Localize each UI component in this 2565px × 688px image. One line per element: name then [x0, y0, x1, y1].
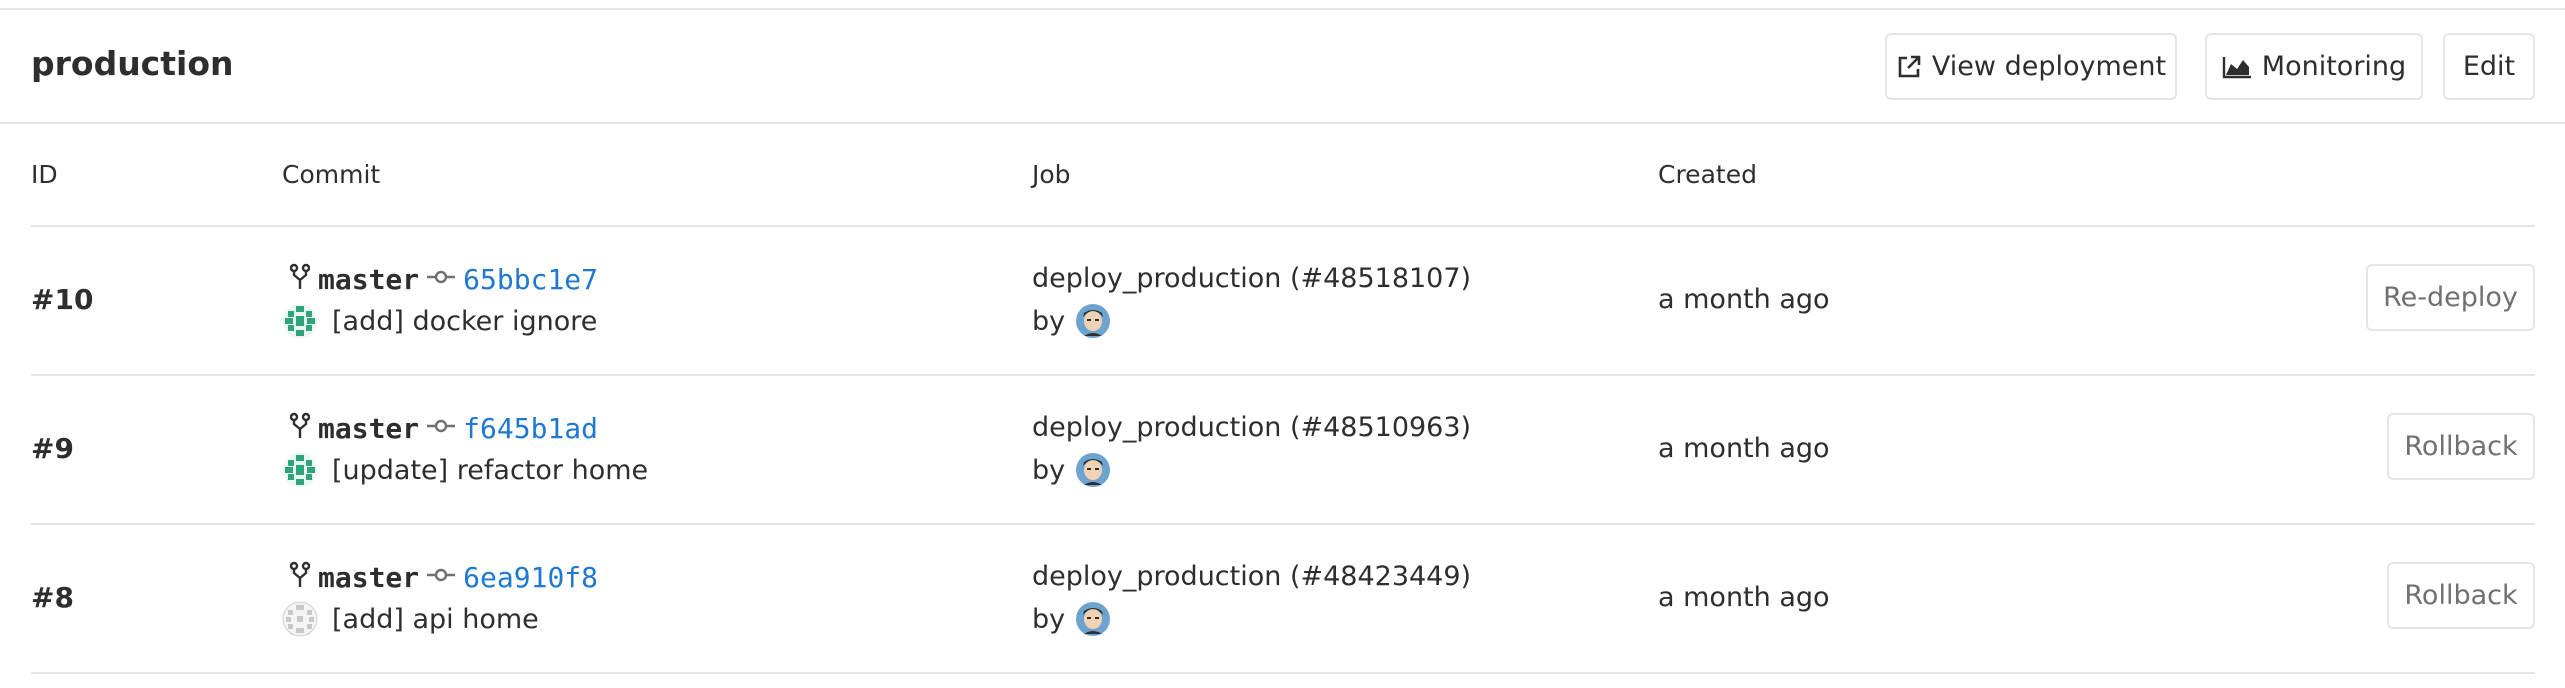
- environment-title: production: [31, 44, 234, 83]
- user-avatar[interactable]: [1075, 303, 1111, 339]
- commit-ref: master f645b1ad: [289, 410, 598, 446]
- table-row: #9 master f645b1ad [update] refactor hom…: [0, 376, 2565, 524]
- branch-name[interactable]: master: [318, 263, 419, 296]
- environment-header: production View deployment Monitoring Ed…: [0, 10, 2565, 124]
- view-deployment-label: View deployment: [1931, 51, 2167, 82]
- branch-fork-icon: [289, 412, 311, 444]
- job-link[interactable]: deploy_production (#48518107): [1032, 261, 1471, 297]
- by-label: by: [1032, 305, 1066, 337]
- table-row: #8 master 6ea910f8 [add] api home deploy…: [0, 525, 2565, 673]
- commit-message[interactable]: [update] refactor home: [332, 455, 648, 486]
- branch-name[interactable]: master: [318, 561, 419, 594]
- created-time: a month ago: [1658, 433, 1830, 464]
- commit-icon: [427, 269, 456, 289]
- deployment-id: #9: [31, 432, 74, 465]
- user-avatar[interactable]: [1075, 601, 1111, 637]
- deployment-id: #8: [31, 581, 74, 614]
- monitoring-button[interactable]: Monitoring: [2205, 33, 2423, 100]
- commit-icon: [427, 567, 456, 587]
- redeploy-button[interactable]: Re-deploy: [2366, 264, 2535, 331]
- user-avatar[interactable]: [1075, 452, 1111, 488]
- monitoring-label: Monitoring: [2261, 51, 2407, 82]
- table-divider: [31, 672, 2535, 674]
- edit-label: Edit: [2462, 51, 2516, 82]
- author-avatar[interactable]: [282, 303, 318, 339]
- area-chart-icon: [2222, 55, 2252, 79]
- author-avatar[interactable]: [282, 452, 318, 488]
- commit-title: [add] api home: [282, 599, 539, 639]
- view-deployment-button[interactable]: View deployment: [1885, 33, 2177, 100]
- job-triggerer: by: [1032, 301, 1111, 341]
- job-triggerer: by: [1032, 599, 1111, 639]
- branch-fork-icon: [289, 263, 311, 295]
- branch-name[interactable]: master: [318, 412, 419, 445]
- table-row: #10 master 65bbc1e7 [add] docker ignore …: [0, 227, 2565, 375]
- commit-ref: master 6ea910f8: [289, 559, 598, 595]
- commit-title: [add] docker ignore: [282, 301, 597, 341]
- created-time: a month ago: [1658, 284, 1830, 315]
- edit-button[interactable]: Edit: [2443, 33, 2535, 100]
- commit-icon: [427, 418, 456, 438]
- column-header-commit: Commit: [282, 160, 381, 189]
- job-triggerer: by: [1032, 450, 1111, 490]
- job-link[interactable]: deploy_production (#48510963): [1032, 410, 1471, 446]
- branch-fork-icon: [289, 561, 311, 593]
- column-header-id: ID: [31, 160, 58, 189]
- external-link-icon: [1896, 54, 1922, 80]
- rollback-button[interactable]: Rollback: [2387, 413, 2535, 480]
- commit-sha-link[interactable]: 6ea910f8: [463, 561, 598, 594]
- commit-message[interactable]: [add] api home: [332, 604, 539, 635]
- commit-title: [update] refactor home: [282, 450, 648, 490]
- deployment-id: #10: [31, 283, 94, 316]
- by-label: by: [1032, 454, 1066, 486]
- commit-ref: master 65bbc1e7: [289, 261, 598, 297]
- column-header-created: Created: [1658, 160, 1757, 189]
- column-header-job: Job: [1032, 160, 1071, 189]
- commit-message[interactable]: [add] docker ignore: [332, 306, 597, 337]
- rollback-button[interactable]: Rollback: [2387, 562, 2535, 629]
- by-label: by: [1032, 603, 1066, 635]
- commit-sha-link[interactable]: f645b1ad: [463, 412, 598, 445]
- job-link[interactable]: deploy_production (#48423449): [1032, 559, 1471, 595]
- created-time: a month ago: [1658, 582, 1830, 613]
- author-avatar[interactable]: [282, 601, 318, 637]
- commit-sha-link[interactable]: 65bbc1e7: [463, 263, 598, 296]
